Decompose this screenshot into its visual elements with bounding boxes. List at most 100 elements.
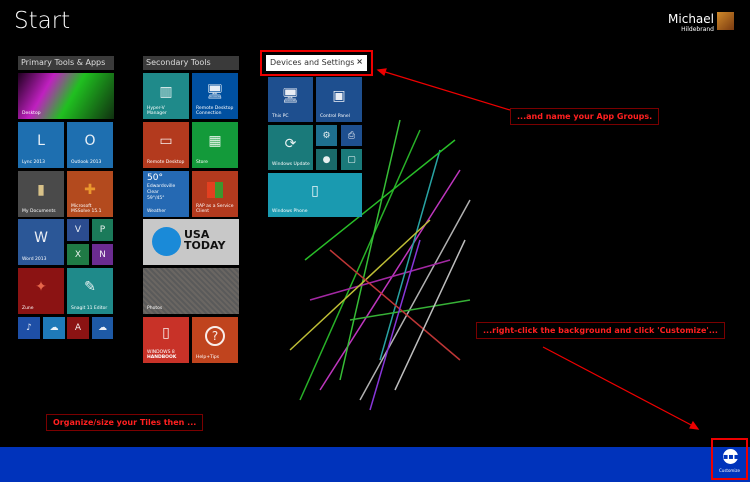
tile-label: Remote Desktop Connection: [196, 105, 234, 116]
customize-button[interactable]: ▪▪▪ Customize: [711, 438, 748, 480]
annotation-name-groups: ...and name your App Groups.: [510, 108, 660, 125]
tile-excel[interactable]: X: [67, 244, 89, 265]
avatar[interactable]: [717, 12, 734, 30]
square-icon: ▢: [347, 154, 356, 165]
tile-windows-update[interactable]: ⟳ Windows Update: [268, 125, 313, 170]
customize-label: Customize: [719, 468, 740, 473]
tile-label: Windows Update: [272, 161, 310, 167]
windows-logo-icon: [207, 182, 223, 199]
tile-weather[interactable]: 50° Edwardsville Clear 59°/45° Weather: [143, 171, 189, 217]
control-panel-icon: ▣: [332, 87, 346, 104]
tile-label: Snagit 11 Editor: [71, 305, 108, 311]
tile-zune[interactable]: ✦ Zune: [18, 268, 64, 314]
tile-usa-today[interactable]: USA TODAY: [143, 219, 239, 265]
word-icon: W: [34, 230, 48, 247]
tile-onedrive-1[interactable]: ☁: [43, 317, 65, 339]
app-icon: ♪: [26, 323, 32, 333]
tile-acrobat[interactable]: A: [67, 317, 89, 339]
group-header-secondary[interactable]: Secondary Tools: [143, 56, 239, 70]
tile-small-device-1[interactable]: ⚙: [316, 125, 337, 146]
tile-small-app-1[interactable]: ♪: [18, 317, 40, 339]
tile-label: Windows Phone: [272, 208, 308, 214]
phone-book-icon: ▯: [162, 325, 170, 342]
user-name[interactable]: Michael: [668, 12, 714, 26]
folder-icon: ▮: [37, 182, 45, 199]
printer-icon: ⎙: [347, 130, 356, 141]
puzzle-icon: ✚: [84, 182, 96, 199]
tile-small-device-2[interactable]: ⎙: [341, 125, 362, 146]
annotation-organize: Organize/size your Tiles then ...: [46, 414, 204, 431]
question-icon: ?: [205, 326, 225, 347]
cloud-icon: ☁: [49, 323, 59, 333]
tile-label: Photos: [147, 305, 163, 311]
tile-small-device-4[interactable]: ▢: [341, 149, 362, 170]
tile-snagit[interactable]: ✎ Snagit 11 Editor: [67, 268, 113, 314]
globe-icon: ●: [322, 154, 331, 165]
weather-range: 59°/45°: [147, 195, 165, 201]
tile-help-tips[interactable]: ? Help+Tips: [192, 317, 238, 363]
pdf-icon: A: [74, 323, 82, 333]
tile-visio[interactable]: V: [67, 219, 89, 241]
weather-city: Edwardsville: [147, 184, 176, 189]
computer-icon: 🖥: [281, 87, 300, 104]
tile-small-device-3[interactable]: ●: [316, 149, 337, 170]
tile-remote-desktop[interactable]: ▭ Remote Desktop: [143, 122, 189, 168]
remote-desktop-icon: ▭: [159, 133, 173, 150]
tile-label: This PC: [272, 113, 289, 119]
tile-label: Outlook 2013: [71, 159, 102, 165]
project-icon: P: [99, 225, 106, 235]
usa-today-logo-icon: [152, 227, 181, 256]
group-header-primary[interactable]: Primary Tools & Apps: [18, 56, 114, 70]
excel-icon: X: [74, 249, 82, 260]
tile-project[interactable]: P: [92, 219, 113, 241]
tile-rdc[interactable]: 🖥 Remote Desktop Connection: [192, 73, 238, 119]
tile-hyper-v[interactable]: ▥ Hyper-V Manager: [143, 73, 189, 119]
annotation-right-click: ...right-click the background and click …: [476, 322, 725, 339]
group-name-input[interactable]: Devices and Settings ×: [266, 55, 367, 71]
tile-my-documents[interactable]: ▮ My Documents: [18, 171, 64, 217]
cloud-icon: ☁: [98, 323, 107, 333]
tile-label: Hyper-V Manager: [147, 105, 167, 116]
tile-rap[interactable]: RAP as a Service Client: [192, 171, 238, 217]
tile-label: Desktop: [22, 110, 41, 116]
tile-handbook[interactable]: ▯ WINDOWS 8 HANDBOOK: [143, 317, 189, 363]
weather-temp: 50°: [147, 173, 163, 183]
tile-outlook[interactable]: O Outlook 2013: [67, 122, 113, 168]
start-title: Start: [14, 8, 71, 34]
onenote-icon: N: [99, 249, 106, 260]
tile-label: Lync 2013: [22, 159, 45, 165]
tile-mssolve[interactable]: ✚ Microsoft MSSolve 15.1: [67, 171, 113, 217]
tile-store[interactable]: ▦ Store: [192, 122, 238, 168]
visio-icon: V: [74, 225, 82, 235]
tile-desktop[interactable]: Desktop: [18, 73, 114, 119]
tile-label: Word 2013: [22, 256, 47, 262]
tile-onedrive-2[interactable]: ☁: [92, 317, 113, 339]
user-last-name[interactable]: Hildebrand: [681, 26, 714, 33]
tile-label: RAP as a Service Client: [196, 203, 234, 214]
tile-photos[interactable]: Photos: [143, 268, 239, 314]
tile-label: Remote Desktop: [147, 159, 185, 165]
device-icon: ⚙: [322, 130, 331, 141]
tile-windows-phone[interactable]: ▯ Windows Phone: [268, 173, 362, 217]
phone-icon: ▯: [311, 183, 319, 200]
outlook-icon: O: [84, 133, 96, 150]
tile-label: Control Panel: [320, 113, 350, 119]
app-bar: [0, 447, 750, 482]
customize-icon: ▪▪▪: [723, 449, 739, 464]
lync-icon: L: [37, 133, 45, 150]
tile-control-panel[interactable]: ▣ Control Panel: [316, 77, 362, 122]
tile-word[interactable]: W Word 2013: [18, 219, 64, 265]
store-icon: ▦: [208, 133, 222, 150]
tile-label: My Documents: [22, 208, 56, 214]
tile-onenote[interactable]: N: [92, 244, 113, 265]
update-icon: ⟳: [284, 135, 297, 152]
monitor-icon: 🖥: [206, 84, 224, 101]
tile-lync[interactable]: L Lync 2013: [18, 122, 64, 168]
tile-this-pc[interactable]: 🖥 This PC: [268, 77, 313, 122]
server-icon: ▥: [159, 84, 173, 101]
clear-icon[interactable]: ×: [356, 57, 363, 66]
tile-label: Microsoft MSSolve 15.1: [71, 203, 102, 214]
group-name-value: Devices and Settings: [270, 58, 355, 67]
zune-icon: ✦: [35, 279, 47, 296]
handbook-line2: HANDBOOK: [147, 355, 177, 360]
